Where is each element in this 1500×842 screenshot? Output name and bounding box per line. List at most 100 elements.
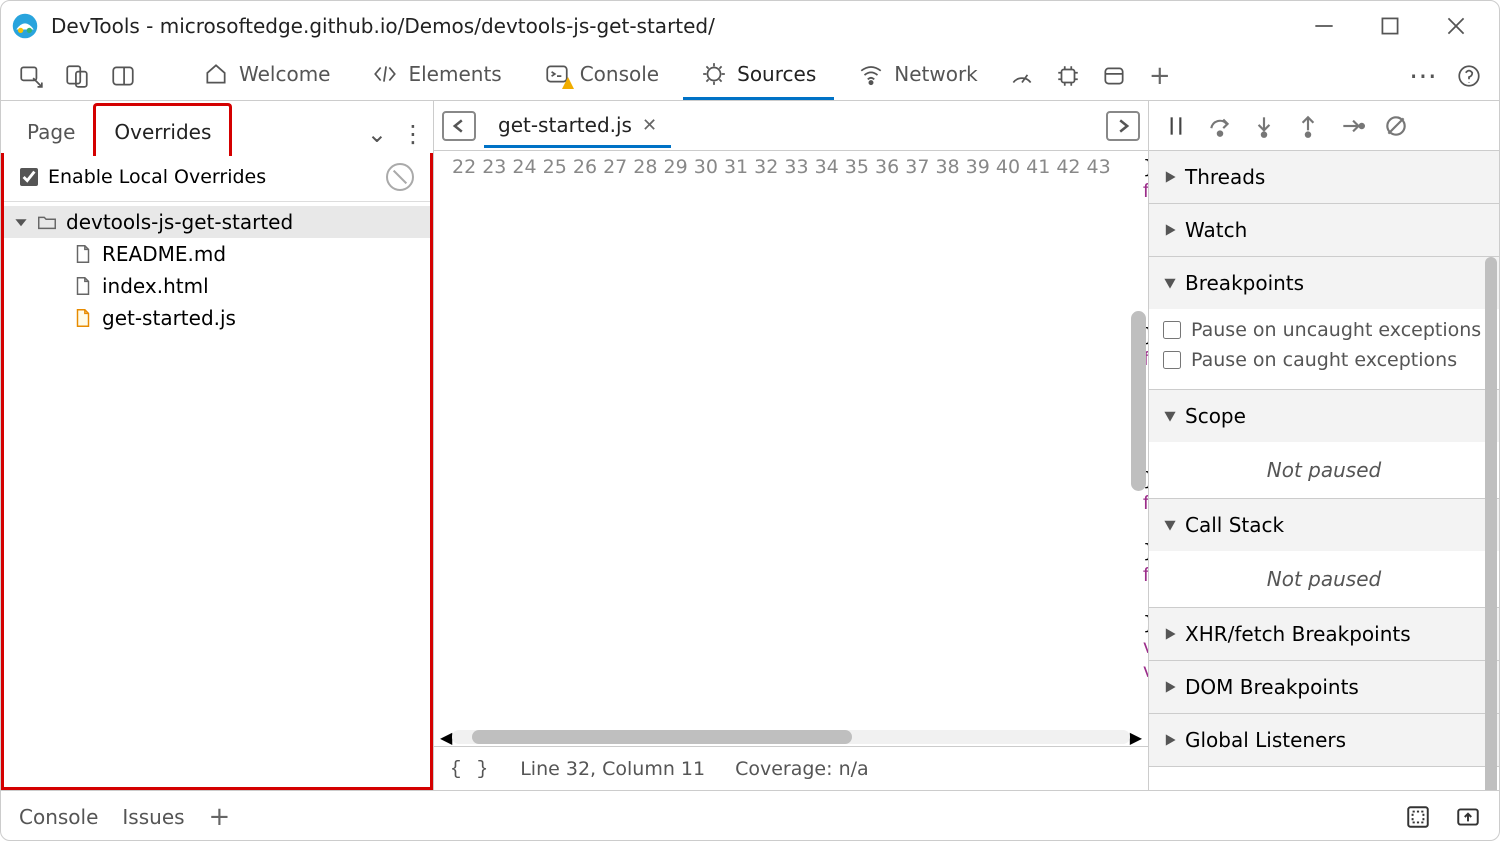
vertical-scrollbar[interactable] (1485, 257, 1497, 790)
editor-statusbar: { } Line 32, Column 11 Coverage: n/a (434, 746, 1148, 790)
dock-side-icon[interactable] (103, 56, 143, 96)
file-icon (72, 243, 94, 265)
editor-tab-label: get-started.js (498, 113, 632, 137)
section-label: Watch (1185, 218, 1247, 242)
tree-file-row[interactable]: README.md (4, 238, 430, 270)
global-listeners-section[interactable]: Global Listeners (1149, 714, 1499, 766)
tab-network-label: Network (894, 62, 978, 86)
expand-drawer-icon[interactable] (1455, 804, 1481, 830)
not-paused-label: Not paused (1149, 551, 1499, 607)
deactivate-breakpoints-icon[interactable] (1383, 113, 1409, 139)
tab-network[interactable]: Network (840, 51, 996, 100)
tab-console[interactable]: Console (526, 51, 677, 100)
devtools-app-icon (11, 12, 39, 40)
nav-back-button[interactable] (442, 111, 476, 141)
performance-icon[interactable] (1002, 56, 1042, 96)
more-sidebar-tabs-icon[interactable] (367, 120, 387, 148)
step-icon[interactable] (1339, 113, 1365, 139)
source-editor: get-started.js ✕ 22 23 24 25 26 27 28 29… (434, 101, 1149, 790)
tab-console-label: Console (580, 62, 659, 86)
settings-menu-button[interactable] (1403, 56, 1443, 96)
step-into-icon[interactable] (1251, 113, 1277, 139)
bottom-drawer: Console Issues (1, 790, 1499, 842)
device-emulation-icon[interactable] (57, 56, 97, 96)
breakpoints-section[interactable]: Breakpoints (1149, 257, 1499, 309)
file-icon (72, 275, 94, 297)
debugger-pane: Threads Watch Breakpoints Pause on uncau… (1149, 101, 1499, 790)
tree-file-label: get-started.js (102, 306, 236, 330)
enable-overrides-checkbox[interactable] (20, 168, 38, 186)
application-icon[interactable] (1094, 56, 1134, 96)
caret-down-icon (14, 215, 28, 229)
minimize-button[interactable] (1311, 13, 1337, 39)
editor-file-tab[interactable]: get-started.js ✕ (484, 103, 671, 148)
horizontal-scrollbar[interactable] (452, 730, 1129, 744)
tree-file-row[interactable]: get-started.js (4, 302, 430, 334)
watch-section[interactable]: Watch (1149, 204, 1499, 256)
tab-elements-label: Elements (408, 62, 501, 86)
add-drawer-tab-button[interactable] (209, 802, 231, 832)
xhr-breakpoints-section[interactable]: XHR/fetch Breakpoints (1149, 608, 1499, 660)
tab-welcome[interactable]: Welcome (185, 51, 348, 100)
checkbox-label: Pause on uncaught exceptions (1191, 319, 1481, 341)
folder-icon (36, 211, 58, 233)
enable-overrides-label: Enable Local Overrides (48, 166, 266, 188)
inspect-element-icon[interactable] (11, 56, 51, 96)
cursor-position-label: Line 32, Column 11 (520, 758, 705, 780)
tab-elements[interactable]: Elements (354, 51, 519, 100)
computed-styles-icon[interactable] (1405, 804, 1431, 830)
coverage-label: Coverage: n/a (735, 758, 869, 780)
main-tab-strip: Welcome Elements Console Sources Network (1, 51, 1499, 101)
sidebar-tab-overrides[interactable]: Overrides (93, 103, 232, 156)
sidebar-tab-page[interactable]: Page (9, 106, 93, 156)
section-label: Threads (1185, 165, 1265, 189)
section-label: Breakpoints (1185, 271, 1304, 295)
pretty-print-icon[interactable]: { } (450, 758, 490, 780)
tree-file-row[interactable]: index.html (4, 270, 430, 302)
tree-file-label: index.html (102, 274, 209, 298)
enable-overrides-row: Enable Local Overrides (4, 153, 430, 202)
line-number-gutter: 22 23 24 25 26 27 28 29 30 31 32 33 34 3… (434, 151, 1121, 728)
tree-folder-label: devtools-js-get-started (66, 210, 293, 234)
pause-uncaught-checkbox[interactable] (1163, 321, 1181, 339)
clear-overrides-icon[interactable] (386, 163, 414, 191)
dom-breakpoints-section[interactable]: DOM Breakpoints (1149, 661, 1499, 713)
checkbox-label: Pause on caught exceptions (1191, 349, 1457, 371)
section-label: Call Stack (1185, 513, 1284, 537)
scope-section[interactable]: Scope (1149, 390, 1499, 442)
more-tabs-button[interactable] (1140, 56, 1180, 96)
not-paused-label: Not paused (1149, 442, 1499, 498)
sidebar-options-icon[interactable] (401, 120, 425, 148)
maximize-button[interactable] (1377, 13, 1403, 39)
help-button[interactable] (1449, 56, 1489, 96)
title-bar: DevTools - microsoftedge.github.io/Demos… (1, 1, 1499, 51)
callstack-section[interactable]: Call Stack (1149, 499, 1499, 551)
tab-sources[interactable]: Sources (683, 51, 834, 100)
step-out-icon[interactable] (1295, 113, 1321, 139)
section-label: Scope (1185, 404, 1246, 428)
navigator-sidebar: Page Overrides Enable Local Overrides de… (1, 101, 434, 790)
pause-icon[interactable] (1163, 113, 1189, 139)
memory-icon[interactable] (1048, 56, 1088, 96)
drawer-tab-issues[interactable]: Issues (122, 805, 184, 829)
vertical-scrollbar[interactable] (1131, 311, 1146, 491)
overrides-file-tree: devtools-js-get-started README.md index.… (4, 202, 430, 338)
tab-welcome-label: Welcome (239, 62, 330, 86)
threads-section[interactable]: Threads (1149, 151, 1499, 203)
section-label: XHR/fetch Breakpoints (1185, 622, 1411, 646)
drawer-tab-console[interactable]: Console (19, 805, 98, 829)
code-area[interactable]: 22 23 24 25 26 27 28 29 30 31 32 33 34 3… (434, 151, 1148, 728)
scroll-left-icon[interactable]: ◀ (440, 728, 452, 747)
section-label: Global Listeners (1185, 728, 1346, 752)
file-modified-icon (72, 307, 94, 329)
tree-file-label: README.md (102, 242, 226, 266)
close-tab-icon[interactable]: ✕ (642, 115, 657, 136)
nav-forward-button[interactable] (1106, 111, 1140, 141)
close-button[interactable] (1443, 13, 1469, 39)
scroll-right-icon[interactable]: ▶ (1130, 728, 1142, 747)
tree-folder-row[interactable]: devtools-js-get-started (4, 206, 430, 238)
window-title: DevTools - microsoftedge.github.io/Demos… (51, 14, 1311, 38)
pause-caught-checkbox[interactable] (1163, 351, 1181, 369)
section-label: DOM Breakpoints (1185, 675, 1359, 699)
step-over-icon[interactable] (1207, 113, 1233, 139)
